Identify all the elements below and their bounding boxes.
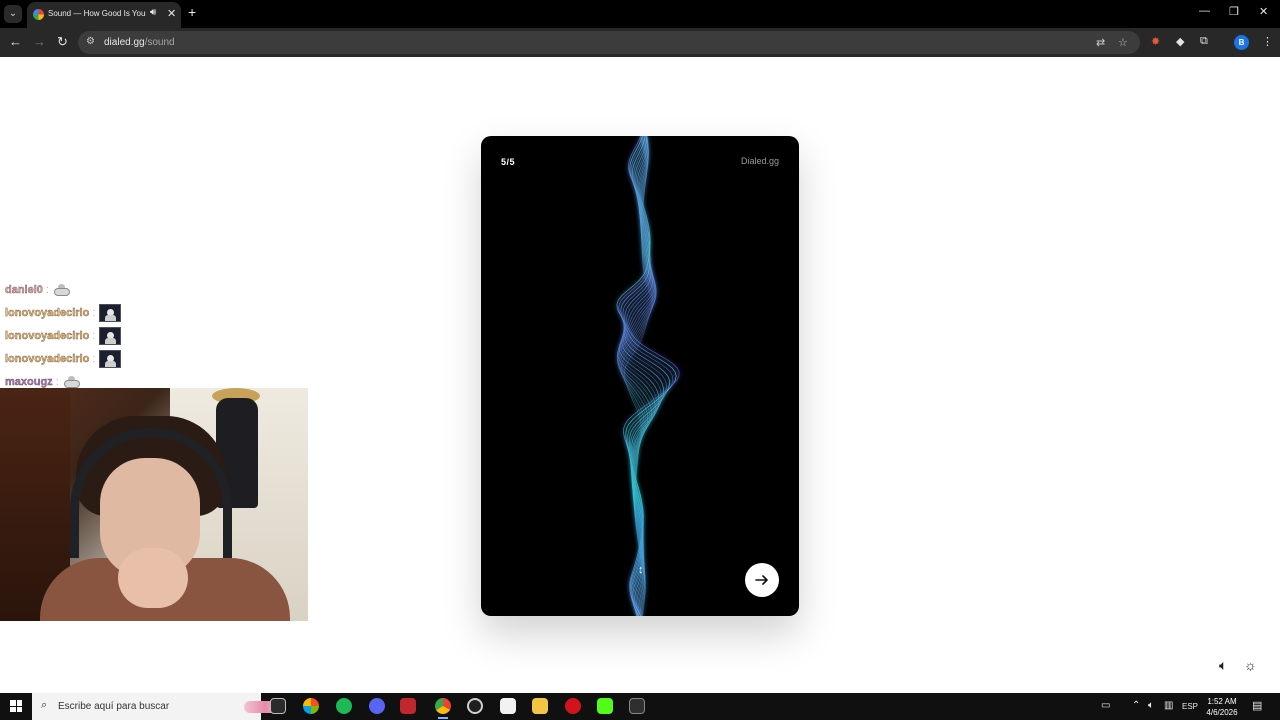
obs-icon[interactable] <box>467 698 483 714</box>
brand-label: Dialed.gg <box>740 156 779 166</box>
taskbar-search-box[interactable]: ⌕ Escribe aquí para buscar <box>32 693 286 720</box>
sound-wave-visualization <box>616 136 680 616</box>
tab-favicon-icon <box>33 9 44 20</box>
tab-search-chevron-icon[interactable]: ⌄ <box>4 5 22 23</box>
copilot-icon[interactable] <box>303 698 319 714</box>
next-button[interactable] <box>745 563 779 597</box>
chrome-icon[interactable] <box>435 698 451 719</box>
extensions-puzzle-icon[interactable]: ⧉ <box>1200 35 1208 48</box>
spotify-icon[interactable] <box>336 698 352 714</box>
chat-separator: : <box>92 329 96 342</box>
translate-icon[interactable]: ⇄ <box>1096 36 1105 49</box>
clock-time: 1:52 AM <box>1207 697 1237 706</box>
volume-speaker-icon[interactable]: 🔈︎ <box>1219 657 1227 674</box>
site-info-icon[interactable]: ⚙︎ <box>86 36 95 47</box>
file-explorer-icon[interactable] <box>532 698 548 714</box>
windows-taskbar: ⌕ Escribe aquí para buscar ▭ ⌃ 🔈︎ ▥ ESP … <box>0 693 1280 720</box>
browser-menu-icon[interactable]: ⋮ <box>1262 35 1273 48</box>
task-view-icon[interactable] <box>270 698 286 714</box>
bookmark-star-icon[interactable]: ☆ <box>1118 36 1128 49</box>
profile-avatar[interactable]: B <box>1234 35 1249 50</box>
opera-icon[interactable] <box>565 698 581 714</box>
wave-line <box>624 136 653 616</box>
wave-line <box>616 136 680 616</box>
window-restore-icon[interactable]: ❐ <box>1229 5 1239 18</box>
chat-message: lonovoyadecirlo: <box>5 324 165 347</box>
reload-icon[interactable]: ↻ <box>57 34 68 50</box>
browser-tab-active[interactable]: Sound — How Good Is Your 🔊︎ ✕ <box>27 2 181 28</box>
capcut-icon[interactable] <box>500 698 516 714</box>
taskbar-search-placeholder: Escribe aquí para buscar <box>58 701 170 712</box>
text-cursor-icon: ↕ <box>638 564 644 576</box>
tray-network-icon[interactable]: ▥ <box>1164 700 1173 711</box>
browser-tab-bar: ⌄ Sound — How Good Is Your 🔊︎ ✕ + — ❐ ✕ <box>0 0 1280 28</box>
tab-close-icon[interactable]: ✕ <box>167 7 176 20</box>
extension-fox-icon[interactable]: ✸ <box>1151 35 1160 48</box>
webcam-overlay <box>0 388 308 621</box>
back-arrow-icon[interactable]: ← <box>9 34 22 49</box>
new-tab-plus-icon[interactable]: + <box>188 4 196 20</box>
chat-username: lonovoyadecirlo <box>5 352 90 365</box>
chat-separator: : <box>45 283 49 296</box>
wave-line <box>622 136 654 616</box>
tray-language[interactable]: ESP <box>1182 702 1198 711</box>
browser-toolbar: ← → ↻ ⚙︎ dialed.gg/sound ⇄ ☆ ✸ ◆ ⧉ B ⋮ <box>0 28 1280 57</box>
window-minimize-icon[interactable]: — <box>1199 5 1210 17</box>
question-counter: 5/5 <box>501 157 516 167</box>
chat-separator: : <box>55 375 59 388</box>
tray-volume-icon[interactable]: 🔈︎ <box>1148 700 1154 711</box>
webcam-person-hand <box>118 548 188 608</box>
discord-icon[interactable] <box>369 698 385 714</box>
theme-sun-icon[interactable]: ☼ <box>1244 657 1257 673</box>
tab-audio-icon[interactable]: 🔊︎ <box>150 7 156 18</box>
chat-message: lonovoyadecirlo: <box>5 347 165 370</box>
kick-icon[interactable] <box>597 698 613 714</box>
address-url[interactable]: dialed.gg/sound <box>104 37 175 48</box>
windows-start-icon[interactable] <box>10 700 22 712</box>
forward-arrow-icon[interactable]: → <box>33 34 46 49</box>
url-host: dialed.gg <box>104 37 145 48</box>
sound-test-card: 5/5 Dialed.gg ↕ <box>481 136 799 616</box>
wave-line <box>620 136 674 616</box>
epic-games-icon[interactable] <box>629 698 645 714</box>
voicemod-icon[interactable] <box>400 698 416 714</box>
chat-message: lonovoyadecirlo: <box>5 301 165 324</box>
chat-username: daniel0 <box>5 283 43 296</box>
chat-separator: : <box>92 352 96 365</box>
tab-title: Sound — How Good Is Your <box>48 9 146 18</box>
chat-emote-icon <box>99 303 122 322</box>
wave-line <box>618 136 657 616</box>
chat-separator: : <box>92 306 96 319</box>
chat-emote-icon <box>63 375 81 389</box>
notification-icon[interactable]: ▤ <box>1252 699 1262 712</box>
tray-clock[interactable]: 1:52 AM 4/6/2026 <box>1203 696 1241 718</box>
keyboard-icon[interactable]: ▭ <box>1101 700 1110 711</box>
stream-chat-overlay: daniel0: lonovoyadecirlo: lonovoyadecirlo:… <box>5 278 165 393</box>
chat-username: lonovoyadecirlo <box>5 306 90 319</box>
arrow-right-icon <box>755 575 768 585</box>
chat-username: lonovoyadecirlo <box>5 329 90 342</box>
clock-date: 4/6/2026 <box>1206 708 1238 717</box>
address-bar[interactable]: ⚙︎ dialed.gg/sound ⇄ ☆ <box>78 31 1140 54</box>
chat-emote-icon <box>99 349 122 368</box>
chat-message: daniel0: <box>5 278 165 301</box>
chat-emote-icon <box>53 283 71 297</box>
search-icon: ⌕ <box>41 699 48 711</box>
window-close-icon[interactable]: ✕ <box>1259 5 1268 18</box>
wave-line <box>620 136 655 616</box>
chat-emote-icon <box>99 326 122 345</box>
extension-tag-icon[interactable]: ◆ <box>1176 35 1184 48</box>
url-path: /sound <box>144 37 175 48</box>
chat-username: maxougz <box>5 375 53 388</box>
tray-chevron-up-icon[interactable]: ⌃ <box>1132 700 1140 711</box>
